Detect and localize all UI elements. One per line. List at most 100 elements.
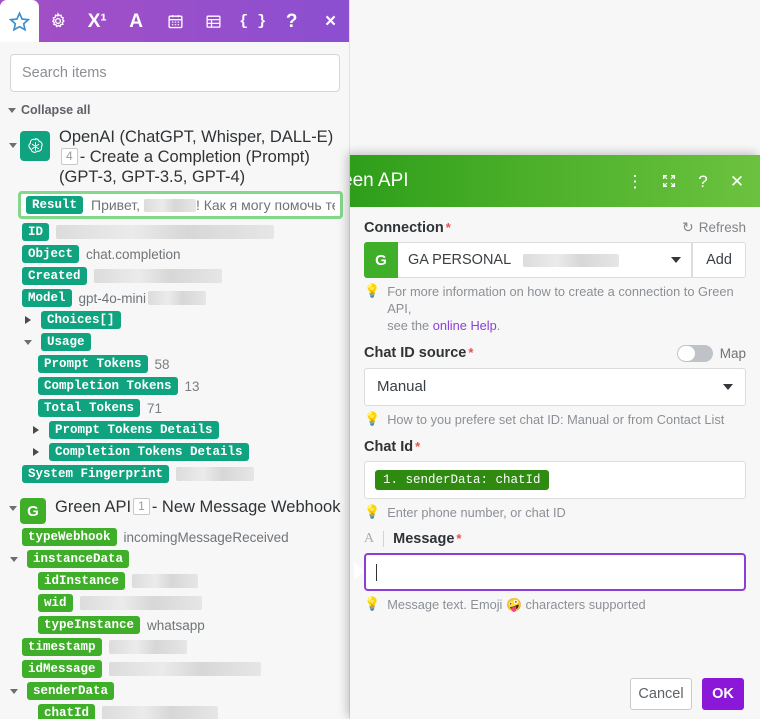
row-key: Completion Tokens	[38, 377, 178, 396]
connection-hint: 💡 For more information on how to create …	[364, 283, 746, 335]
star-icon	[8, 10, 30, 31]
chevron-right-icon[interactable]	[30, 426, 42, 435]
row-key: senderData	[27, 682, 115, 701]
add-connection-button[interactable]: Add	[692, 242, 746, 278]
tree-row-timestamp[interactable]: timestamp	[0, 636, 349, 658]
chat-id-token-chip[interactable]: 1. senderData: chatId	[375, 469, 549, 490]
cancel-button[interactable]: Cancel	[630, 678, 692, 710]
tree-row-system-fingerprint[interactable]: System Fingerprint	[0, 463, 349, 485]
tree-row-chatid[interactable]: chatId	[0, 702, 349, 719]
tree-row-completion-tokens[interactable]: Completion Tokens 13	[0, 375, 349, 397]
row-key: instanceData	[27, 550, 130, 569]
row-key: Result	[26, 196, 84, 215]
tab-table[interactable]	[194, 0, 233, 42]
tab-calendar[interactable]	[156, 0, 195, 42]
superscript-icon: X¹	[87, 10, 107, 32]
tab-text[interactable]: A	[117, 0, 156, 42]
bulb-icon: 💡	[364, 596, 381, 612]
chevron-down-icon[interactable]	[8, 556, 20, 562]
chat-id-hint-text: Enter phone number, or chat ID	[387, 504, 566, 520]
divider	[383, 531, 385, 548]
row-key: typeWebhook	[22, 528, 117, 547]
message-tab-indicator	[354, 562, 364, 581]
row-key: wid	[38, 594, 73, 613]
bulb-icon: 💡	[364, 410, 381, 426]
connection-hint-text: For more information on how to create a …	[387, 284, 734, 333]
kebab-menu-icon[interactable]: ⋮	[626, 171, 644, 191]
online-help-link[interactable]: online Help	[433, 318, 497, 333]
tree-row-result[interactable]: Result Привет, ! Как я могу помочь тебе …	[18, 191, 343, 220]
tree-node-greenapi[interactable]: G Green API 1- New Message Webhook	[0, 495, 349, 526]
tree-node-openai[interactable]: OpenAI (ChatGPT, Whisper, DALL-E) 4- Crea…	[0, 123, 349, 189]
tree-row-wid[interactable]: wid	[0, 592, 349, 614]
tree-row-completion-tokens-details[interactable]: Completion Tokens Details	[0, 441, 349, 463]
modal-header-actions: ⋮ ? ✕	[626, 171, 746, 191]
expand-icon[interactable]	[660, 171, 678, 191]
tree-row-typeinstance[interactable]: typeInstance whatsapp	[0, 614, 349, 636]
chevron-down-icon[interactable]	[8, 688, 20, 694]
connection-select[interactable]: GA PERSONAL	[398, 242, 692, 278]
greenapi-app-name: Green API	[55, 498, 132, 517]
chat-id-source-select[interactable]: Manual	[364, 367, 746, 406]
modal-header: een API ⋮ ? ✕	[350, 155, 760, 207]
row-key: idInstance	[38, 572, 126, 591]
ok-button[interactable]: OK	[702, 678, 744, 710]
chat-id-label: Chat Id *	[364, 438, 421, 455]
tree-row-prompt-tokens[interactable]: Prompt Tokens 58	[0, 353, 349, 375]
tab-favorites[interactable]	[0, 0, 39, 42]
row-value-redacted	[79, 596, 202, 611]
tree-row-idinstance[interactable]: idInstance	[0, 570, 349, 592]
row-key: Model	[22, 289, 72, 308]
chevron-down-icon[interactable]	[6, 497, 20, 512]
row-value-redacted	[93, 269, 222, 284]
tree-node-openai-title: OpenAI (ChatGPT, Whisper, DALL-E) 4- Crea…	[50, 125, 343, 187]
search-input[interactable]	[10, 54, 340, 92]
row-value-redacted	[176, 467, 255, 482]
tab-json[interactable]: { }	[233, 0, 272, 42]
chat-id-input[interactable]: 1. senderData: chatId	[364, 460, 746, 499]
tree-row-prompt-tokens-details[interactable]: Prompt Tokens Details	[0, 419, 349, 441]
map-toggle[interactable]	[676, 344, 713, 362]
chat-id-source-label-row: Chat ID source * Map	[364, 344, 746, 362]
tree-row-id[interactable]: ID	[0, 221, 349, 243]
tree-row-object[interactable]: Object chat.completion	[0, 243, 349, 265]
tree-row-model[interactable]: Model gpt-4o-mini	[0, 287, 349, 309]
tree-row-instancedata[interactable]: instanceData	[0, 548, 349, 570]
calendar-icon	[167, 14, 183, 28]
gear-icon	[52, 12, 66, 28]
tree-row-created[interactable]: Created	[0, 265, 349, 287]
message-input[interactable]	[364, 553, 746, 592]
chevron-down-icon[interactable]	[6, 125, 20, 148]
tab-help[interactable]: ?	[272, 0, 311, 42]
connection-field: Connection* ↻ Refresh G GA PERSONAL Add	[364, 219, 746, 335]
collapse-all-button[interactable]: Collapse all	[0, 100, 349, 123]
bulb-icon: 💡	[364, 283, 381, 298]
search-area	[0, 42, 349, 100]
chevron-right-icon[interactable]	[30, 448, 42, 457]
tab-close[interactable]: ×	[311, 0, 349, 42]
tree-row-usage[interactable]: Usage	[0, 331, 349, 353]
tree-row-idmessage[interactable]: idMessage	[0, 658, 349, 680]
chat-id-label-row: Chat Id *	[364, 439, 746, 455]
chevron-down-icon[interactable]	[22, 339, 34, 345]
text-format-icon: A	[129, 10, 143, 32]
modal-footer: Cancel OK	[350, 669, 760, 719]
items-panel: X¹ A { } ? × Search items Collapse all O…	[0, 0, 350, 719]
refresh-button[interactable]: ↻ Refresh	[682, 219, 746, 236]
tree-row-senderdata[interactable]: senderData	[0, 680, 349, 702]
tab-settings[interactable]	[39, 0, 78, 42]
help-icon[interactable]: ?	[694, 171, 712, 191]
tree-row-typewebhook[interactable]: typeWebhook incomingMessageReceived	[0, 526, 349, 548]
close-icon[interactable]: ✕	[728, 171, 746, 191]
connection-value-redacted	[523, 253, 620, 267]
row-key: chatId	[38, 704, 96, 719]
chat-id-field: Chat Id * 1. senderData: chatId 💡 Enter p…	[364, 439, 746, 522]
tree-row-choices[interactable]: Choices[]	[0, 309, 349, 331]
message-label: Message *	[393, 531, 462, 548]
tab-formula[interactable]: X¹	[78, 0, 117, 42]
row-key: Choices[]	[41, 311, 121, 330]
row-key: Prompt Tokens	[38, 355, 148, 374]
tree-row-total-tokens[interactable]: Total Tokens 71	[0, 397, 349, 419]
chat-id-source-label: Chat ID source *	[364, 345, 474, 362]
chevron-right-icon[interactable]	[22, 316, 34, 325]
